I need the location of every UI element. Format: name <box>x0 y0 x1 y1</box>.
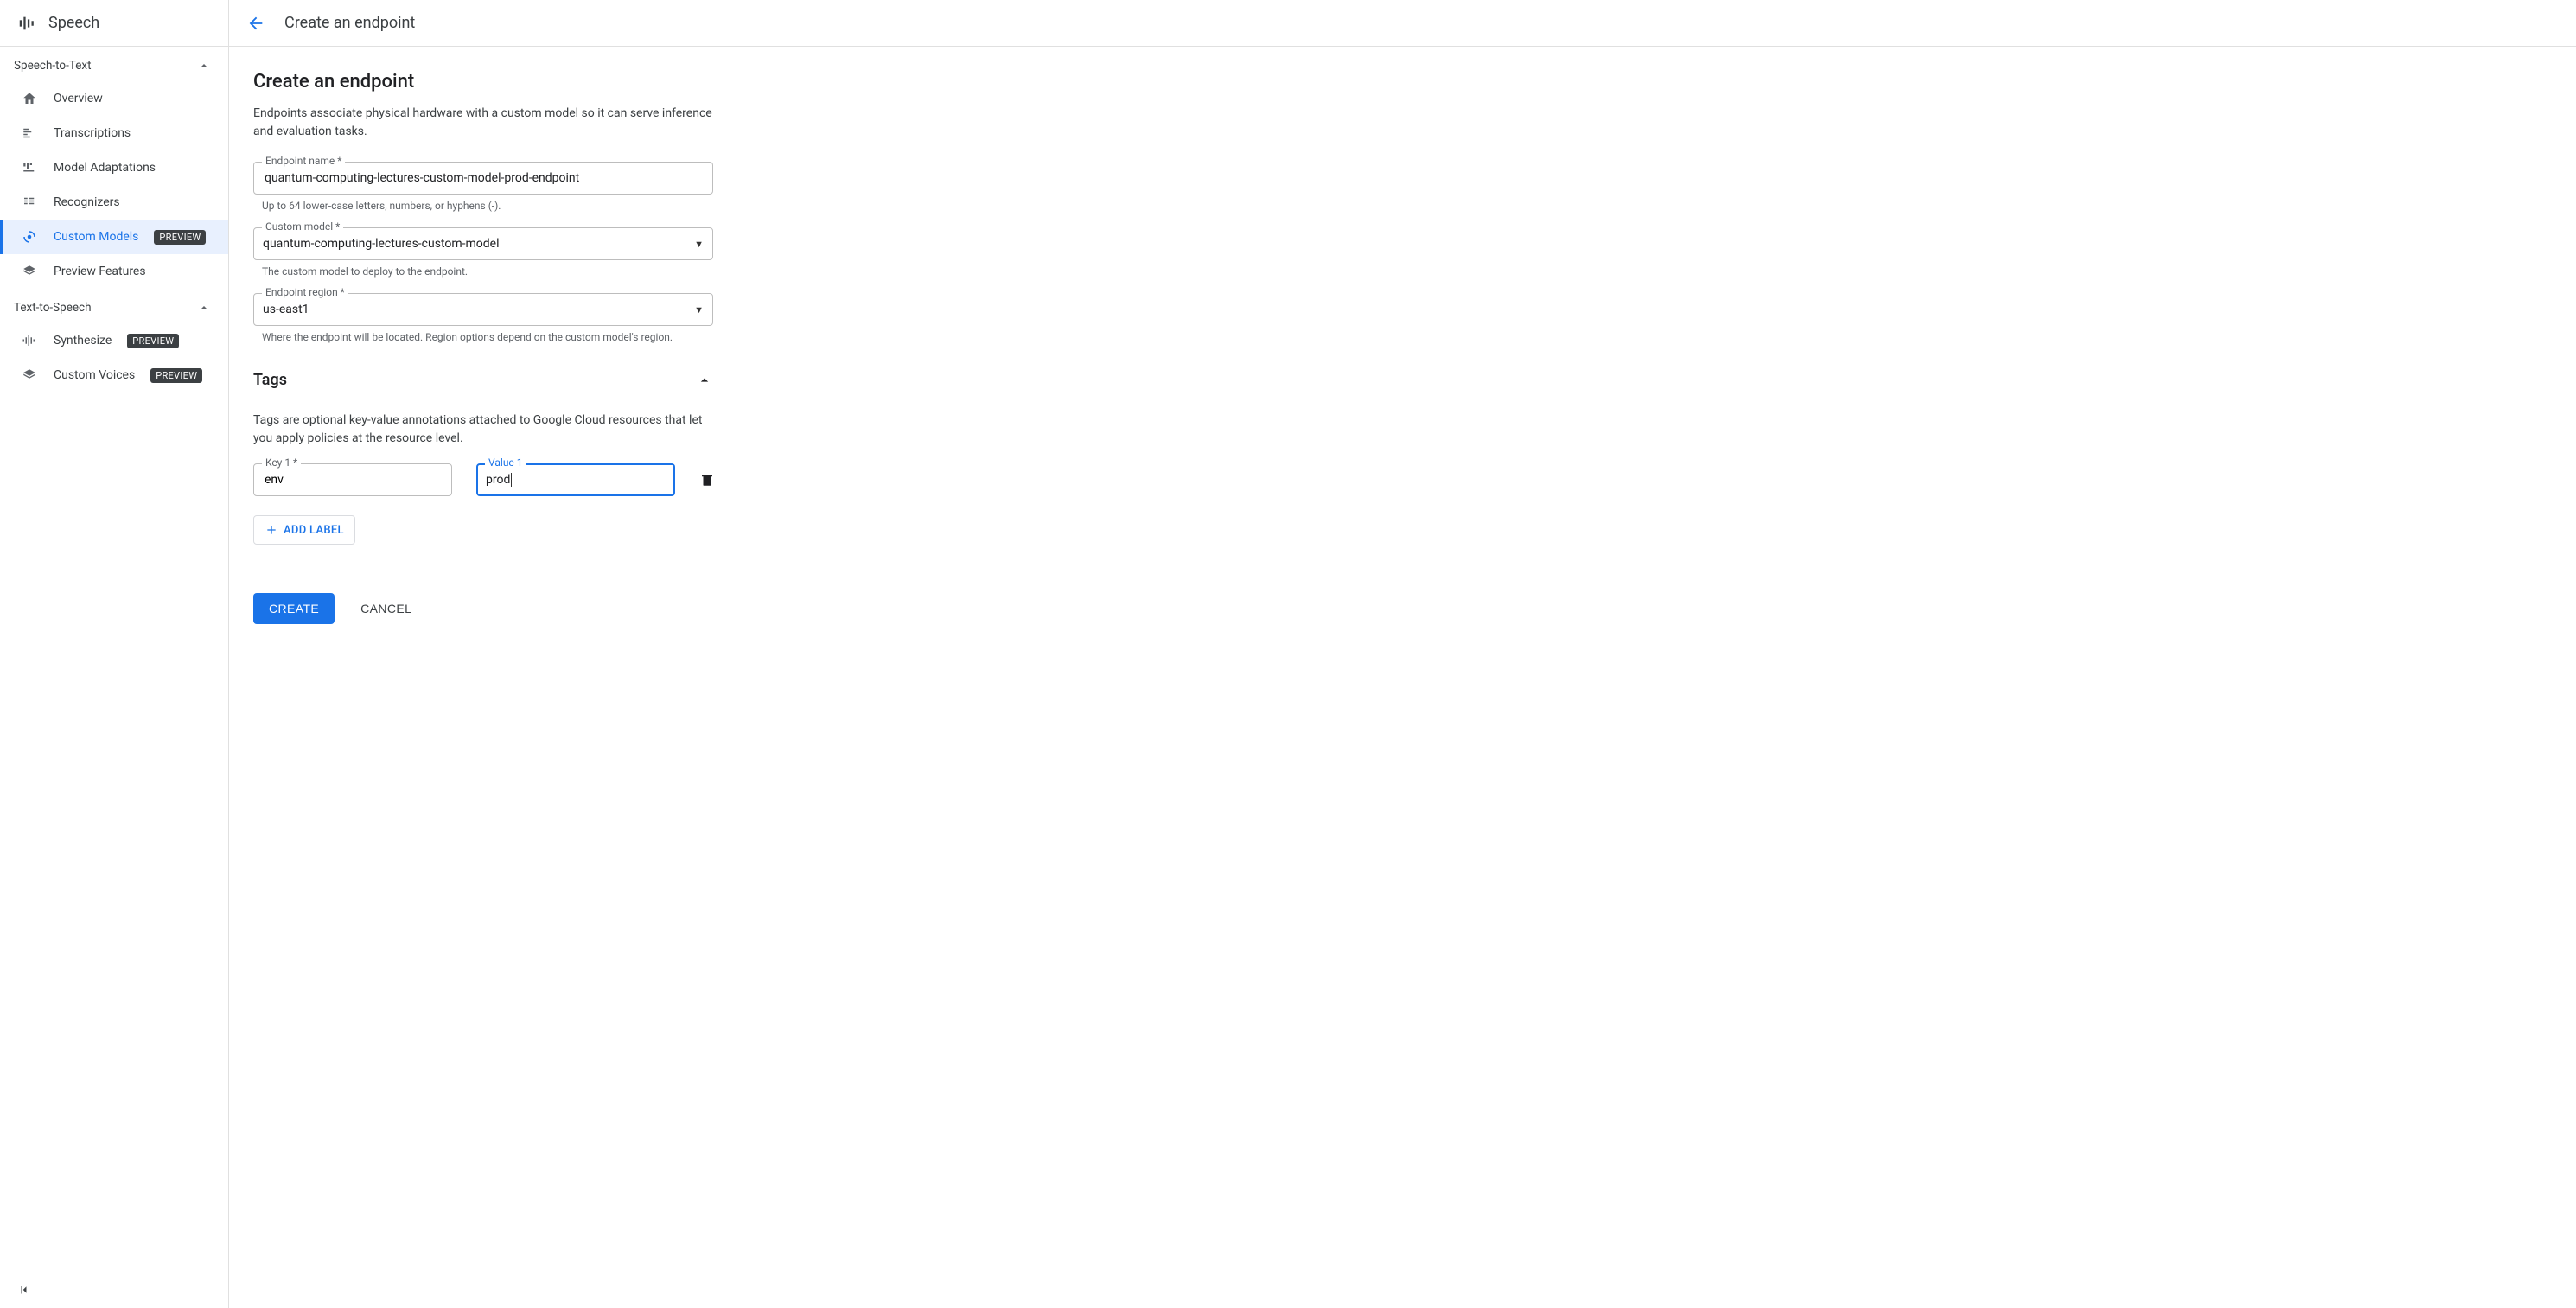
preview-badge: PREVIEW <box>154 230 206 245</box>
text-caret <box>511 473 512 487</box>
sidebar-item-transcriptions[interactable]: Transcriptions <box>0 116 228 150</box>
sidebar-item-label: Recognizers <box>54 195 120 209</box>
custom-models-icon <box>21 229 38 245</box>
select-value: us-east1 <box>263 303 309 316</box>
chevron-up-icon <box>696 372 713 389</box>
tag-key-input[interactable] <box>263 472 443 488</box>
field-helper: The custom model to deploy to the endpoi… <box>262 265 948 278</box>
field-label: Endpoint region * <box>262 286 348 298</box>
main: Create an endpoint Create an endpoint En… <box>229 0 2576 1308</box>
sidebar-item-label: Model Adaptations <box>54 161 156 175</box>
custom-model-field: Custom model * quantum-computing-lecture… <box>253 227 713 260</box>
field-label: Value 1 <box>485 456 526 469</box>
sidebar-item-label: Synthesize <box>54 334 112 348</box>
tag-key-field: Key 1 * <box>253 463 452 496</box>
layers-icon <box>21 264 38 279</box>
field-helper: Where the endpoint will be located. Regi… <box>262 331 948 343</box>
field-label: Key 1 * <box>262 456 301 469</box>
section-title: Speech-to-Text <box>14 59 92 73</box>
content: Create an endpoint Endpoints associate p… <box>229 47 972 645</box>
topbar-title: Create an endpoint <box>284 14 415 32</box>
create-button[interactable]: CREATE <box>253 593 335 624</box>
add-label-button[interactable]: ADD LABEL <box>253 515 355 545</box>
tag-row: Key 1 * Value 1 prod <box>253 463 948 496</box>
field-label: Endpoint name * <box>262 155 345 167</box>
tags-description: Tags are optional key-value annotations … <box>253 412 720 448</box>
tag-value-field: Value 1 prod <box>476 463 675 496</box>
section-title: Text-to-Speech <box>14 301 92 315</box>
select-value: quantum-computing-lectures-custom-model <box>263 237 500 251</box>
sidebar-item-label: Custom Models <box>54 230 138 244</box>
sidebar-item-custom-models[interactable]: Custom Models PREVIEW <box>0 220 228 254</box>
delete-tag-button[interactable] <box>699 472 715 488</box>
cancel-button[interactable]: CANCEL <box>355 601 417 616</box>
topbar: Create an endpoint <box>229 0 2576 47</box>
dropdown-arrow-icon: ▼ <box>694 304 704 316</box>
add-label-text: ADD LABEL <box>284 524 344 537</box>
speech-logo-icon <box>17 14 36 33</box>
chevron-up-icon <box>197 59 211 73</box>
sidebar-item-synthesize[interactable]: Synthesize PREVIEW <box>0 323 228 358</box>
tag-value-text[interactable]: prod <box>486 473 510 487</box>
field-label: Custom model * <box>262 220 343 233</box>
endpoint-name-input[interactable] <box>263 170 704 186</box>
sidebar-header: Speech <box>0 0 228 47</box>
section-header-stt[interactable]: Speech-to-Text <box>0 47 228 81</box>
field-helper: Up to 64 lower-case letters, numbers, or… <box>262 200 948 212</box>
tags-title: Tags <box>253 371 287 389</box>
home-icon <box>21 91 38 106</box>
sidebar-item-overview[interactable]: Overview <box>0 81 228 116</box>
preview-badge: PREVIEW <box>150 368 202 383</box>
sidebar-item-custom-voices[interactable]: Custom Voices PREVIEW <box>0 358 228 392</box>
page-title: Create an endpoint <box>253 71 948 93</box>
sidebar-item-preview-features[interactable]: Preview Features <box>0 254 228 289</box>
sidebar: Speech Speech-to-Text Overview Transcrip… <box>0 0 229 1308</box>
section-header-tts[interactable]: Text-to-Speech <box>0 289 228 323</box>
collapse-sidebar-button[interactable] <box>17 1282 33 1298</box>
page-description: Endpoints associate physical hardware wi… <box>253 105 720 141</box>
tags-section-header[interactable]: Tags <box>253 360 713 399</box>
sidebar-item-label: Custom Voices <box>54 368 135 382</box>
model-adaptations-icon <box>21 160 38 175</box>
recognizers-icon <box>21 195 38 210</box>
sidebar-item-label: Overview <box>54 92 103 105</box>
dropdown-arrow-icon: ▼ <box>694 239 704 250</box>
sidebar-item-label: Transcriptions <box>54 126 131 140</box>
layers-icon <box>21 367 38 383</box>
preview-badge: PREVIEW <box>127 334 179 348</box>
product-title: Speech <box>48 14 99 32</box>
synthesize-icon <box>21 333 38 348</box>
back-button[interactable] <box>246 14 265 33</box>
plus-icon <box>265 523 278 537</box>
sidebar-item-label: Preview Features <box>54 265 146 278</box>
form-actions: CREATE CANCEL <box>253 593 948 624</box>
sidebar-item-model-adaptations[interactable]: Model Adaptations <box>0 150 228 185</box>
sidebar-item-recognizers[interactable]: Recognizers <box>0 185 228 220</box>
endpoint-name-field: Endpoint name * <box>253 162 713 195</box>
endpoint-region-field: Endpoint region * us-east1 ▼ <box>253 293 713 326</box>
transcriptions-icon <box>21 125 38 141</box>
chevron-up-icon <box>197 301 211 315</box>
